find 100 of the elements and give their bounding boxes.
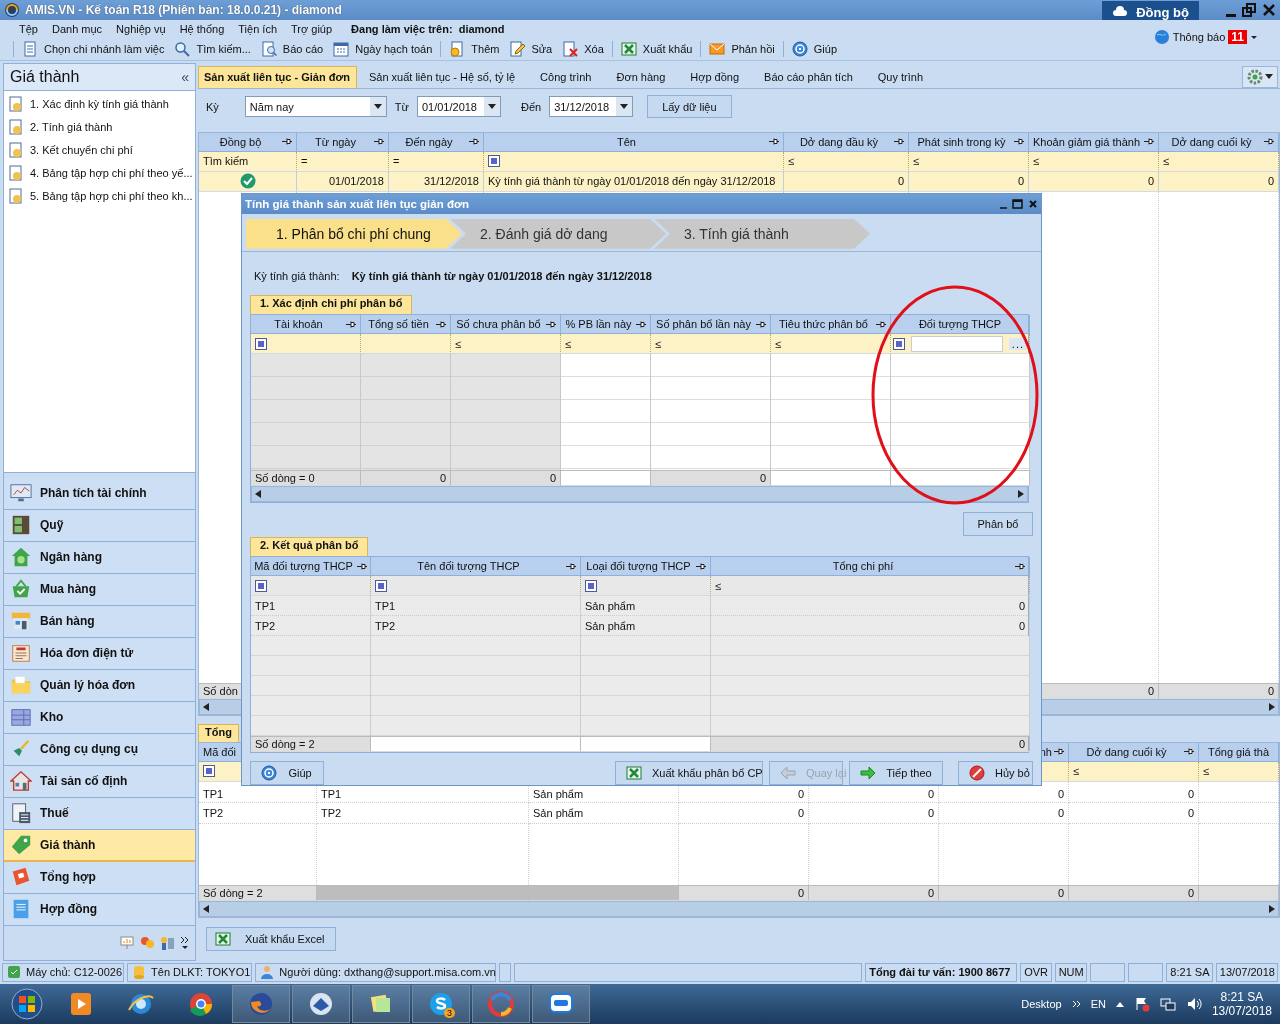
taskbar-app[interactable]	[352, 985, 410, 1024]
minimize-icon	[1226, 14, 1236, 17]
filter-operator: ≤	[1073, 765, 1080, 778]
table-row[interactable]: 01/01/2018 31/12/2018 Kỳ tính giá thành từ ngày 01/01/2018 đến ngày 31/12/2018 0 0 0 0	[199, 171, 1279, 192]
export-excel-button[interactable]: Xuất khẩu Excel	[206, 926, 336, 951]
toolbar-button[interactable]: Sửa	[504, 38, 558, 59]
taskbar-app[interactable]	[532, 985, 590, 1024]
toolbar-button[interactable]: Tìm kiếm...	[169, 38, 256, 59]
menu-item[interactable]: Hệ thống	[178, 22, 226, 35]
scroll-right-icon[interactable]	[1018, 490, 1024, 498]
section-tab[interactable]: Tổng	[198, 723, 239, 742]
status-panel	[498, 962, 511, 982]
table-cell: 0	[549, 472, 556, 484]
toolbar-button[interactable]: Chọn chi nhánh làm việc	[17, 38, 170, 59]
load-data-button[interactable]: Lấy dữ liệu	[647, 95, 732, 119]
table-row[interactable]: TP1 TP1 Sản phẩm 0	[251, 596, 1028, 616]
toolbar-button[interactable]: Báo cáo	[255, 38, 329, 59]
module-tab[interactable]: Sản xuất liên tục - Giản đơn	[198, 65, 357, 88]
horizontal-scrollbar[interactable]	[251, 486, 1028, 502]
table-cell: TP2	[321, 806, 342, 819]
module-tab[interactable]: Quy trình	[871, 65, 931, 88]
row-count: Số dòn	[203, 684, 238, 697]
module-tab[interactable]: Sản xuất liên tục - Hệ số, tỷ lệ	[362, 65, 523, 88]
toolbar-button[interactable]: Thêm	[444, 38, 505, 59]
menu-item[interactable]: Nghiệp vụ	[115, 22, 167, 35]
server-icon	[6, 964, 22, 981]
status-text: Máy chủ: C12-0026	[26, 966, 122, 979]
wizard-step[interactable]: 3. Tính giá thành	[654, 218, 870, 249]
table-cell: 0	[797, 886, 804, 899]
column-header: Tài khoản	[273, 318, 324, 330]
scroll-right-icon[interactable]	[1269, 904, 1275, 913]
column-header: Số phân bổ lần này	[655, 318, 752, 330]
toolbar-button[interactable]: Phản hồi	[704, 38, 780, 59]
section-tab[interactable]: 1. Xác định chi phí phân bổ	[250, 295, 413, 314]
section-tab[interactable]: 2. Kết quả phân bổ	[250, 537, 369, 556]
table-cell: 0	[759, 472, 766, 484]
task-link[interactable]: 4. Bảng tập hợp chi phí theo yế...	[30, 167, 193, 180]
spreadsheet-icon	[620, 40, 637, 57]
settings-button[interactable]	[1242, 65, 1278, 88]
period-dropdown[interactable]: Năm nay	[244, 96, 387, 118]
module-item[interactable]: Giá thành	[4, 829, 195, 862]
filter-checkbox[interactable]	[203, 765, 215, 778]
toolbar-button[interactable]: Ngày hạch toán	[328, 38, 438, 59]
filter-checkbox[interactable]	[585, 579, 597, 592]
filter-checkbox[interactable]	[255, 337, 267, 350]
date-field[interactable]: 31/12/2018	[549, 96, 634, 118]
document-icon	[8, 142, 24, 159]
task-link[interactable]: 2. Tính giá thành	[30, 121, 113, 134]
taskbar-app[interactable]: 3	[412, 985, 470, 1024]
toolbar-button[interactable]: Xóa	[557, 38, 609, 59]
calculator-icon	[10, 802, 32, 825]
column-header: % PB lần này	[565, 318, 632, 330]
collapse-button[interactable]: «	[181, 68, 189, 85]
app-badge: 3	[444, 1008, 455, 1019]
menu-item[interactable]: Danh mục	[50, 22, 104, 35]
desktop-toolbar[interactable]: Desktop	[1021, 998, 1062, 1011]
toolbar-button[interactable]: Giúp	[786, 38, 843, 59]
pencil-icon	[509, 40, 526, 57]
wizard-step[interactable]: 1. Phân bổ chi phí chung	[246, 218, 462, 249]
document-icon	[22, 40, 38, 57]
warehouse-icon	[10, 706, 32, 729]
filter-checkbox[interactable]	[375, 579, 387, 592]
dialog-button[interactable]: Giúp	[250, 761, 324, 785]
wizard-step[interactable]: 2. Đánh giá dở dang	[450, 218, 666, 249]
scroll-left-icon[interactable]	[255, 490, 261, 498]
module-tab[interactable]: Công trình	[534, 65, 599, 88]
app-logo-icon	[4, 2, 20, 18]
module-tab[interactable]: Đơn hàng	[610, 65, 673, 88]
language-indicator[interactable]: EN	[1090, 998, 1106, 1011]
dialog-button[interactable]: Hủy bỏ	[958, 761, 1033, 785]
status-text: OVR	[1024, 966, 1049, 979]
filter-checkbox[interactable]	[893, 337, 905, 350]
allocate-button[interactable]: Phân bổ	[963, 512, 1033, 536]
task-link[interactable]: 1. Xác định kỳ tính giá thành	[30, 98, 169, 111]
table-cell: 0	[1057, 806, 1064, 819]
dialog-button[interactable]: Tiếp theo	[849, 761, 943, 785]
column-header: Mã đối tượng THCP	[254, 560, 353, 572]
field-value: 31/12/2018	[554, 100, 611, 113]
filter-input[interactable]	[911, 335, 1003, 352]
menu-item[interactable]: Tiện ích	[237, 22, 279, 35]
module-tab[interactable]: Hợp đồng	[684, 65, 747, 88]
sync-button[interactable]: Đồng bộ	[1102, 1, 1199, 23]
scroll-left-icon[interactable]	[203, 702, 209, 711]
table-row[interactable]: TP2 TP2 Sản phẩm 0	[251, 616, 1028, 636]
scroll-right-icon[interactable]	[1269, 702, 1275, 711]
notifications-link[interactable]: Thông báo	[1172, 31, 1226, 43]
taskbar-app[interactable]	[232, 985, 290, 1024]
menu-item[interactable]: Tệp	[18, 22, 39, 35]
field-label: Kỳ	[206, 100, 219, 113]
taskbar-app[interactable]	[292, 985, 350, 1024]
toolbar-button[interactable]: Xuất khẩu	[615, 38, 698, 59]
filter-checkbox[interactable]	[255, 579, 267, 592]
dialog-button[interactable]: Xuất khẩu phân bổ CP	[615, 761, 763, 785]
date-field[interactable]: 01/01/2018	[416, 96, 501, 118]
menu-item[interactable]: Trợ giúp	[290, 22, 334, 35]
task-link[interactable]: 3. Kết chuyển chi phí	[30, 144, 133, 157]
scroll-left-icon[interactable]	[203, 904, 209, 913]
task-link[interactable]: 5. Bảng tập hợp chi phí theo kh...	[30, 190, 193, 203]
filter-checkbox[interactable]	[488, 155, 500, 168]
module-tab[interactable]: Báo cáo phân tích	[758, 65, 860, 88]
